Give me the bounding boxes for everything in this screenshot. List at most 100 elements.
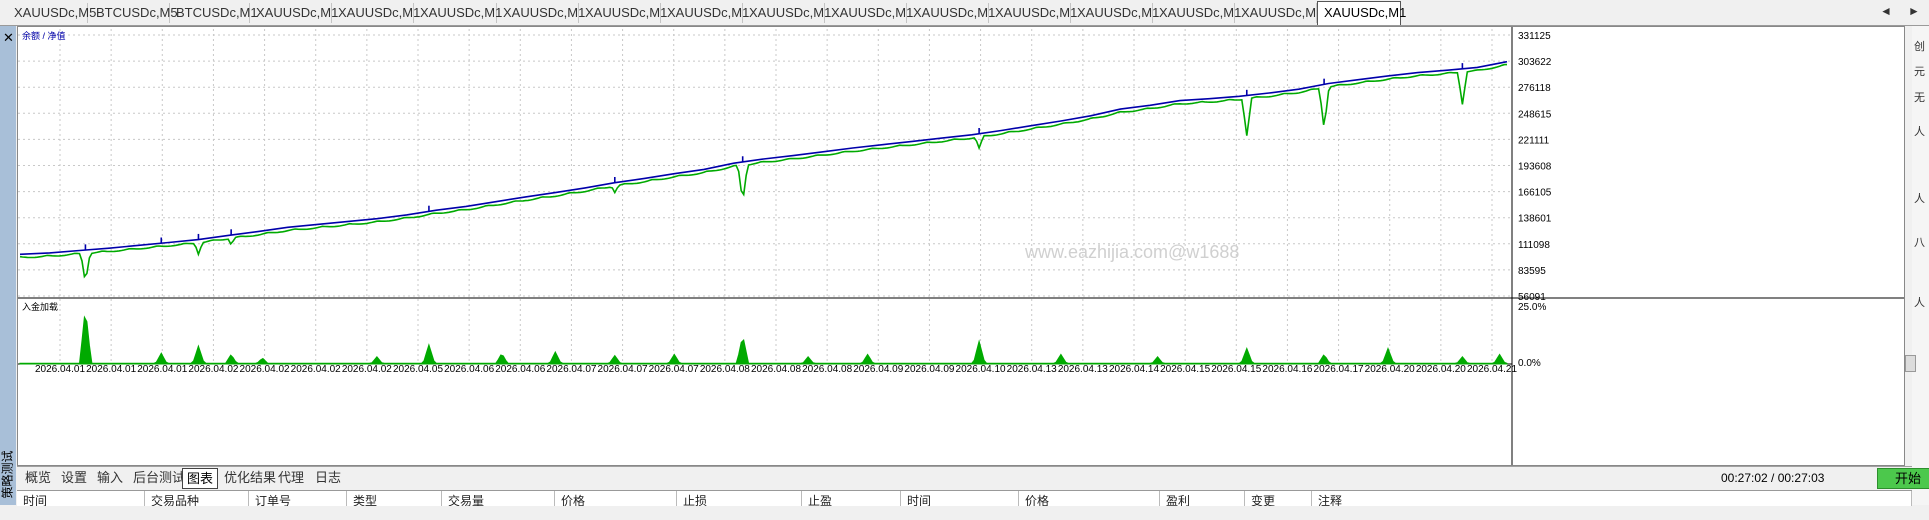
column-header[interactable]: 交易品种 (145, 491, 249, 506)
scroll-left-icon[interactable]: ◄ (1880, 4, 1892, 18)
chart-tab[interactable]: XAUUSDc,M1 (579, 3, 667, 23)
x-tick-label: 2026.04.16 (1262, 364, 1312, 375)
chart-tab[interactable]: XAUUSDc,M1 (1153, 3, 1241, 23)
column-header[interactable]: 止损 (677, 491, 802, 506)
x-tick-label: 2026.04.07 (598, 364, 648, 375)
y-tick-label: 193608 (1518, 162, 1552, 173)
chart-tab[interactable]: XAUUSDc,M5 (8, 3, 96, 23)
x-tick-label: 2026.04.02 (240, 364, 290, 375)
column-header[interactable]: 订单号 (249, 491, 347, 506)
y-tick-label: 248615 (1518, 109, 1552, 120)
x-tick-label: 2026.04.06 (495, 364, 545, 375)
margin-load-area (19, 315, 1508, 365)
chart-tab[interactable]: XAUUSDc,M1 (1235, 3, 1323, 23)
subchart-legend: 入金加载 (22, 301, 58, 312)
results-table-header: 时间 交易品种 订单号 类型 交易量 价格 止损 止盈 时间 价格 盈利 变更 注释 (17, 490, 1912, 506)
tester-tab[interactable]: 设置 (57, 470, 91, 486)
column-header[interactable]: 盈利 (1160, 491, 1245, 506)
x-tick-label: 2026.04.01 (137, 364, 187, 375)
chart-tab[interactable]: XAUUSDc,M1 (1317, 1, 1406, 25)
x-tick-label: 2026.04.14 (1109, 364, 1159, 375)
y-tick-label: 138601 (1518, 214, 1552, 225)
x-tick-label: 2026.04.13 (1058, 364, 1108, 375)
tester-tab[interactable]: 图表 (182, 468, 219, 489)
x-tick-label: 2026.04.20 (1416, 364, 1466, 375)
x-tick-label: 2026.04.01 (35, 364, 85, 375)
balance-line (19, 60, 1508, 256)
elapsed-time: 00:27:02 / 00:27:03 (1721, 471, 1825, 485)
chart-tab[interactable]: XAUUSDc,M1 (907, 3, 995, 23)
watermark: www.eazhijia.com@w1688 (1024, 242, 1239, 262)
y-tick-label: 25.0% (1518, 302, 1546, 313)
column-header[interactable]: 时间 (901, 491, 1019, 506)
start-button[interactable]: 开始 (1877, 468, 1929, 489)
x-tick-label: 2026.04.06 (444, 364, 494, 375)
chart-tab[interactable]: BTCUSDc,M5 (90, 3, 178, 23)
chart-tab[interactable]: XAUUSDc,M1 (825, 3, 913, 23)
chart-tab[interactable]: XAUUSDc,M1 (661, 3, 749, 23)
tester-tab[interactable]: 代理 (274, 470, 308, 486)
column-header[interactable]: 止盈 (802, 491, 901, 506)
x-tick-label: 2026.04.08 (802, 364, 852, 375)
x-tick-label: 2026.04.15 (1160, 364, 1210, 375)
x-tick-label: 2026.04.17 (1314, 364, 1364, 375)
scrollbar-thumb[interactable] (1905, 355, 1916, 372)
column-header[interactable]: 注释 (1312, 491, 1912, 506)
column-header[interactable]: 类型 (347, 491, 442, 506)
chart-tab[interactable]: XAUUSDc,M1 (250, 3, 338, 23)
chart-tab[interactable]: BTCUSDc,M1 (170, 3, 258, 23)
x-tick-label: 2026.04.05 (393, 364, 443, 375)
column-header[interactable]: 价格 (1019, 491, 1160, 506)
side-panel-char: 人 (1914, 193, 1925, 205)
x-tick-label: 2026.04.10 (956, 364, 1006, 375)
x-tick-label: 2026.04.13 (1007, 364, 1057, 375)
y-tick-label: 331125 (1518, 31, 1551, 42)
y-tick-label: 111098 (1518, 240, 1550, 251)
tester-tab[interactable]: 输入 (93, 470, 127, 486)
y-tick-label: 303622 (1518, 57, 1552, 68)
x-tick-label: 2026.04.08 (700, 364, 750, 375)
x-tick-label: 2026.04.09 (853, 364, 903, 375)
column-header[interactable]: 变更 (1245, 491, 1312, 506)
x-tick-label: 2026.04.02 (342, 364, 392, 375)
chart-tab[interactable]: XAUUSDc,M1 (414, 3, 502, 23)
x-tick-label: 2026.04.08 (751, 364, 801, 375)
column-header[interactable]: 时间 (17, 491, 145, 506)
strategy-tester-panel-strip: ✕ 策略测试 (0, 26, 16, 505)
close-icon[interactable]: ✕ (3, 30, 14, 46)
chart-tab[interactable]: XAUUSDc,M1 (1071, 3, 1159, 23)
tester-tab[interactable]: 优化结果 (220, 470, 280, 486)
chart-legend: 余额 / 净值 (22, 30, 66, 41)
x-tick-label: 2026.04.02 (291, 364, 341, 375)
x-tick-label: 2026.04.20 (1365, 364, 1415, 375)
x-tick-label: 2026.04.07 (546, 364, 596, 375)
y-tick-label: 166105 (1518, 188, 1552, 199)
chart-tab[interactable]: XAUUSDc,M1 (989, 3, 1077, 23)
x-tick-label: 2026.04.07 (649, 364, 699, 375)
column-header[interactable]: 交易量 (442, 491, 555, 506)
right-side-panel: 创元无人人八人 (1912, 26, 1929, 505)
side-panel-char: 人 (1914, 297, 1925, 309)
tester-tab[interactable]: 概览 (21, 470, 55, 486)
y-tick-label: 0.0% (1518, 358, 1541, 369)
chart-tab[interactable]: XAUUSDc,M1 (332, 3, 420, 23)
backtest-chart: 331125 303622 276118 248615 221111 193608 1661… (17, 26, 1905, 466)
tester-tab[interactable]: 日志 (311, 470, 345, 486)
tester-bottom-tabs: 00:27:02 / 00:27:03 开始 概览 设置 输入 后台测试 图表 优化结果代… (17, 466, 1929, 489)
chart-tab[interactable]: XAUUSDc,M1 (497, 3, 585, 23)
y-tick-label: 83595 (1518, 266, 1546, 277)
side-panel-char: 八 (1914, 237, 1925, 249)
tester-tab[interactable]: 后台测试 (129, 470, 189, 486)
side-panel-char: 无 (1914, 92, 1925, 104)
chart-tab[interactable]: XAUUSDc,M1 (743, 3, 831, 23)
column-header[interactable]: 价格 (555, 491, 677, 506)
equity-line (19, 63, 1507, 279)
y-tick-label: 276118 (1518, 83, 1551, 94)
scroll-right-icon[interactable]: ► (1908, 4, 1920, 18)
y-tick-label: 221111 (1518, 135, 1550, 146)
x-tick-label: 2026.04.15 (1211, 364, 1261, 375)
side-panel-char: 元 (1914, 66, 1925, 78)
side-panel-char: 创 (1914, 41, 1925, 53)
strategy-tester-title: 策略测试 (0, 450, 15, 499)
x-tick-label: 2026.04.09 (904, 364, 954, 375)
